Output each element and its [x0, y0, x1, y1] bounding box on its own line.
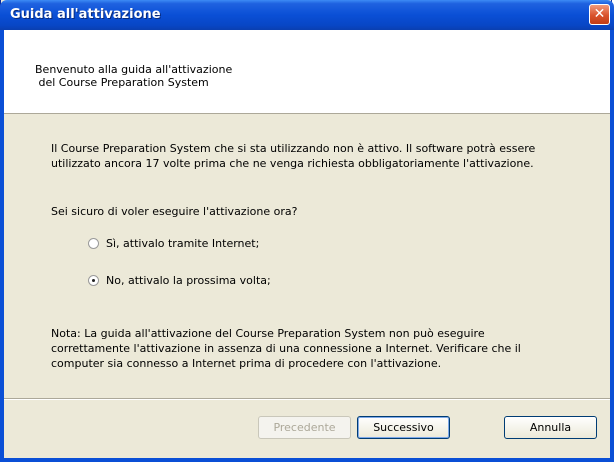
title-bar[interactable]: Guida all'attivazione ✕ — [0, 0, 614, 30]
cancel-button[interactable]: Annulla — [504, 416, 597, 439]
radio-option-later[interactable]: No, attivalo la prossima volta; — [88, 273, 271, 287]
window-title: Guida all'attivazione — [10, 7, 161, 22]
radio-option-internet[interactable]: Sì, attivalo tramite Internet; — [88, 236, 259, 250]
window-frame-bottom — [0, 458, 614, 462]
window-frame-right — [610, 30, 614, 462]
wizard-header: Benvenuto alla guida all'attivazione del… — [4, 30, 610, 114]
status-paragraph: Il Course Preparation System che si sta … — [51, 142, 536, 170]
question-label: Sei sicuro di voler eseguire l'attivazio… — [51, 205, 298, 218]
note-paragraph: Nota: La guida all'attivazione del Cours… — [51, 327, 521, 370]
close-icon[interactable]: ✕ — [589, 4, 610, 25]
back-button[interactable]: Precedente — [258, 416, 351, 439]
next-button[interactable]: Successivo — [357, 416, 450, 439]
header-title: Benvenuto alla guida all'attivazione del… — [35, 63, 233, 89]
button-separator — [4, 398, 610, 400]
radio-button-later[interactable] — [88, 274, 99, 286]
radio-label-later: No, attivalo la prossima volta; — [106, 273, 271, 287]
radio-button-internet[interactable] — [88, 237, 99, 249]
radio-label-internet: Sì, attivalo tramite Internet; — [106, 236, 260, 250]
